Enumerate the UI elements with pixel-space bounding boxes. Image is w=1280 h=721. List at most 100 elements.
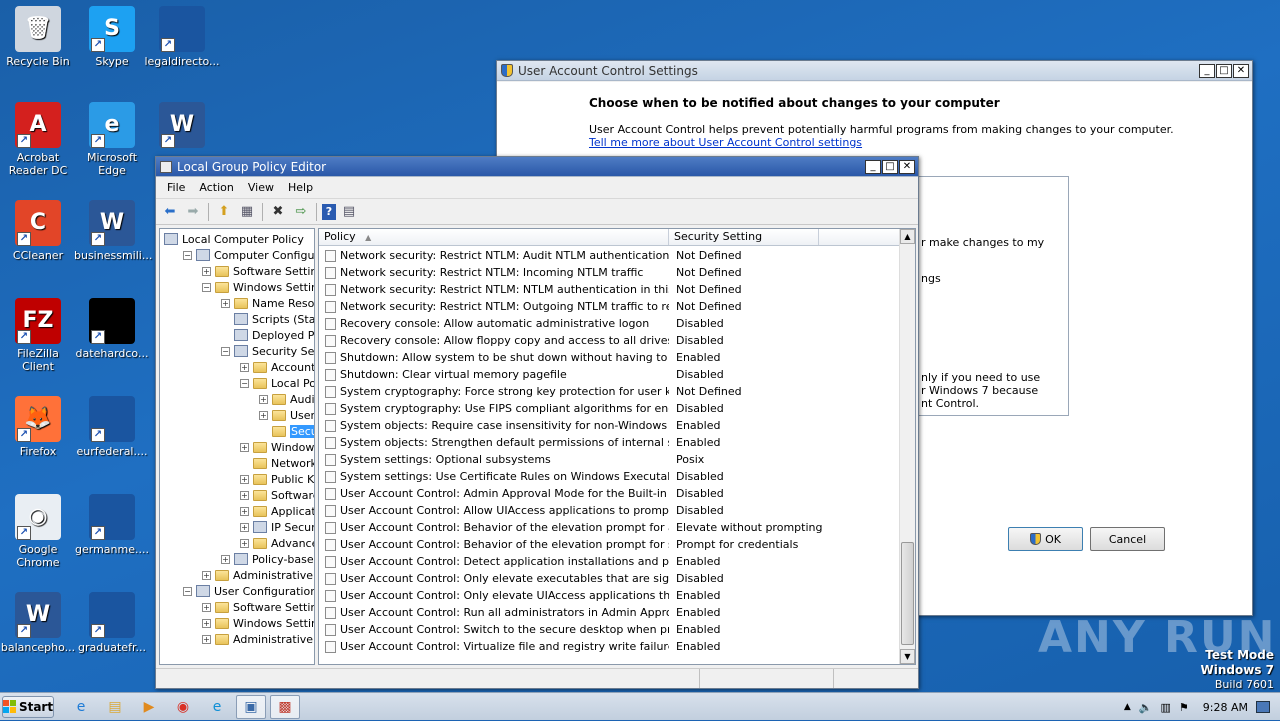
back-arrow-icon[interactable]: ⬅ xyxy=(160,202,180,222)
tree-item[interactable]: + Windows Settings xyxy=(202,615,314,631)
policy-row[interactable]: User Account Control: Run all administra… xyxy=(319,604,901,621)
ie-icon[interactable]: e xyxy=(66,695,96,719)
expand-icon[interactable]: + xyxy=(240,538,249,548)
policy-row[interactable]: System objects: Strengthen default permi… xyxy=(319,434,901,451)
desktop-icon[interactable]: FZ ↗ FileZilla Client xyxy=(0,298,76,373)
tree-item[interactable]: Network Lis xyxy=(240,455,314,471)
policy-row[interactable]: System settings: Use Certificate Rules o… xyxy=(319,468,901,485)
policy-row[interactable]: Network security: Restrict NTLM: Outgoin… xyxy=(319,298,901,315)
desktop-icon[interactable]: 🗑 Recycle Bin xyxy=(0,6,76,68)
collapse-icon[interactable]: − xyxy=(221,346,230,356)
tree-item[interactable]: − Local Policie xyxy=(240,375,314,391)
policy-row[interactable]: User Account Control: Only elevate execu… xyxy=(319,570,901,587)
collapse-icon[interactable]: − xyxy=(183,586,192,596)
tree-item[interactable]: + Name Resolutic xyxy=(221,295,314,311)
policy-row[interactable]: System cryptography: Force strong key pr… xyxy=(319,383,901,400)
policy-row[interactable]: User Account Control: Only elevate UIAcc… xyxy=(319,587,901,604)
policy-row[interactable]: User Account Control: Switch to the secu… xyxy=(319,621,901,638)
maximize-button[interactable]: □ xyxy=(882,159,898,174)
tree-item[interactable]: Securit xyxy=(259,423,314,439)
policy-row[interactable]: Recovery console: Allow floppy copy and … xyxy=(319,332,901,349)
tree-item[interactable]: + Administrative Tem xyxy=(202,631,314,647)
tree-item[interactable]: − Security Settin xyxy=(221,343,314,359)
tree-item[interactable]: + Windows F xyxy=(240,439,314,455)
policy-row[interactable]: Network security: Restrict NTLM: NTLM au… xyxy=(319,281,901,298)
policy-row[interactable]: User Account Control: Behavior of the el… xyxy=(319,536,901,553)
desktop-icon[interactable]: W ↗ balancepho... xyxy=(0,592,76,654)
expand-icon[interactable]: + xyxy=(202,570,211,580)
tree-item[interactable]: + Software Settings xyxy=(202,599,314,615)
menu-action[interactable]: Action xyxy=(192,181,240,194)
explorer-icon[interactable]: ▤ xyxy=(100,695,130,719)
expand-icon[interactable]: + xyxy=(202,618,211,628)
desktop-icon[interactable]: W ↗ xyxy=(144,102,220,151)
expand-icon[interactable]: + xyxy=(221,298,230,308)
delete-icon[interactable]: ✖ xyxy=(268,202,288,222)
properties-icon[interactable]: ▤ xyxy=(339,202,359,222)
help-icon[interactable]: ? xyxy=(322,203,336,220)
tree-item[interactable]: + IP Security xyxy=(240,519,314,535)
forward-arrow-icon[interactable]: ➡ xyxy=(183,202,203,222)
collapse-icon[interactable]: − xyxy=(183,250,192,260)
expand-icon[interactable]: + xyxy=(240,506,249,516)
desktop-icon[interactable]: e ↗ Microsoft Edge xyxy=(74,102,150,177)
tree-item[interactable]: + Account Pc xyxy=(240,359,314,375)
tree-item[interactable]: + Audit P xyxy=(259,391,314,407)
desktop-icon[interactable]: C ↗ CCleaner xyxy=(0,200,76,262)
uac-settings-icon[interactable]: ▩ xyxy=(270,694,300,719)
menu-file[interactable]: File xyxy=(160,181,192,194)
policy-row[interactable]: Network security: Restrict NTLM: Audit N… xyxy=(319,247,901,264)
chrome-icon[interactable]: ◉ xyxy=(168,695,198,719)
tree-item[interactable]: + Application xyxy=(240,503,314,519)
expand-icon[interactable]: + xyxy=(240,442,249,452)
volume-icon[interactable]: 🔈 xyxy=(1139,701,1153,714)
desktop-icon[interactable]: ↗ legaldirecto... xyxy=(144,6,220,68)
expand-icon[interactable]: + xyxy=(259,394,268,404)
desktop-icon[interactable]: A ↗ Acrobat Reader DC xyxy=(0,102,76,177)
gpedit-icon[interactable]: ▣ xyxy=(236,694,266,719)
policy-row[interactable]: System cryptography: Use FIPS compliant … xyxy=(319,400,901,417)
close-button[interactable]: ✕ xyxy=(899,159,915,174)
expand-icon[interactable]: + xyxy=(202,602,211,612)
policy-row[interactable]: User Account Control: Allow UIAccess app… xyxy=(319,502,901,519)
tree-item[interactable]: Local Computer Policy xyxy=(164,231,304,247)
show-hidden-icons[interactable]: ▲ xyxy=(1124,702,1131,712)
expand-icon[interactable]: + xyxy=(240,474,249,484)
minimize-button[interactable]: _ xyxy=(865,159,881,174)
action-center-icon[interactable]: ⚑ xyxy=(1179,701,1189,714)
tree-item[interactable]: − Computer Configuratio xyxy=(183,247,314,263)
collapse-icon[interactable]: − xyxy=(202,282,211,292)
policy-row[interactable]: Shutdown: Clear virtual memory pagefile D… xyxy=(319,366,901,383)
tree-item[interactable]: + Public Key I xyxy=(240,471,314,487)
desktop-icon[interactable]: ↗ eurfederal.... xyxy=(74,396,150,458)
column-security-setting[interactable]: Security Setting xyxy=(669,229,819,245)
cancel-button[interactable]: Cancel xyxy=(1090,527,1165,551)
policy-row[interactable]: User Account Control: Admin Approval Mod… xyxy=(319,485,901,502)
menu-help[interactable]: Help xyxy=(281,181,320,194)
desktop-icon[interactable]: S ↗ Skype xyxy=(74,6,150,68)
tree-item[interactable]: − Windows Settings xyxy=(202,279,314,295)
desktop-icon[interactable]: ↗ graduatefr... xyxy=(74,592,150,654)
policy-row[interactable]: Recovery console: Allow automatic admini… xyxy=(319,315,901,332)
expand-icon[interactable]: + xyxy=(202,266,211,276)
tree-item[interactable]: + User Ri xyxy=(259,407,314,423)
list-vertical-scrollbar[interactable]: ▲ ▼ xyxy=(899,229,915,664)
desktop-icon[interactable]: 🦊 ↗ Firefox xyxy=(0,396,76,458)
expand-icon[interactable]: + xyxy=(221,554,230,564)
tree-item[interactable]: − User Configuration xyxy=(183,583,314,599)
tree-item[interactable]: + Policy-based Q xyxy=(221,551,314,567)
policy-row[interactable]: User Account Control: Detect application… xyxy=(319,553,901,570)
tree-item[interactable]: + Advanced xyxy=(240,535,314,551)
expand-icon[interactable]: + xyxy=(259,410,268,420)
policy-row[interactable]: Network security: Restrict NTLM: Incomin… xyxy=(319,264,901,281)
policy-row[interactable]: System objects: Require case insensitivi… xyxy=(319,417,901,434)
uac-learn-more-link[interactable]: Tell me more about User Account Control … xyxy=(589,136,862,149)
policy-row[interactable]: User Account Control: Virtualize file an… xyxy=(319,638,901,655)
tree-item[interactable]: + Administrative Tem xyxy=(202,567,314,583)
desktop-icon[interactable]: ↗ datehardco... xyxy=(74,298,150,360)
tree-item[interactable]: Deployed Printe xyxy=(221,327,314,343)
expand-icon[interactable]: + xyxy=(240,490,249,500)
gpedit-titlebar[interactable]: Local Group Policy Editor _ □ ✕ xyxy=(156,157,918,177)
close-button[interactable]: ✕ xyxy=(1233,63,1249,78)
desktop-icon[interactable]: W ↗ businessmili... xyxy=(74,200,152,262)
